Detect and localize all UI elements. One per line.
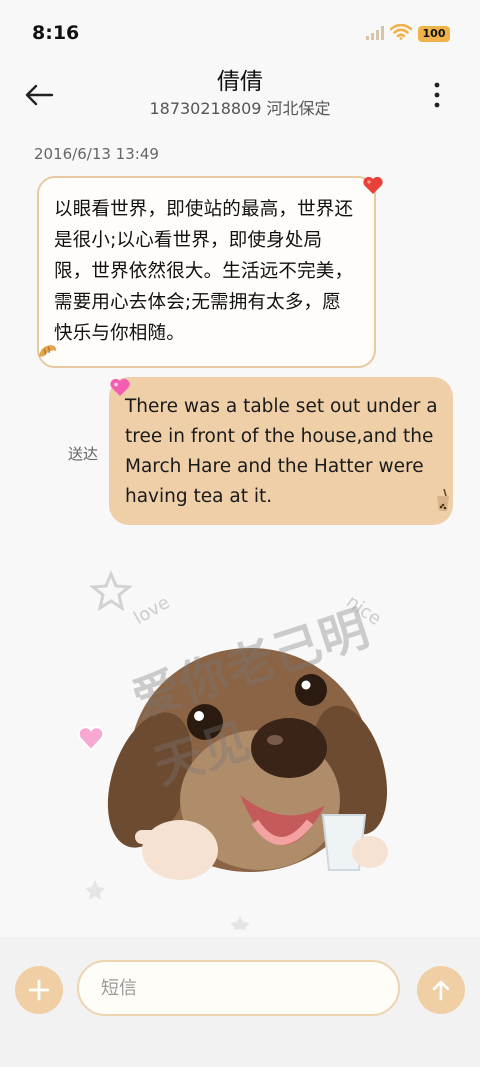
contact-name: 倩倩 xyxy=(217,69,263,95)
contact-number-location: 18730218809 河北保定 xyxy=(149,99,331,118)
status-icons: 100 xyxy=(366,23,450,44)
contact-title: 倩倩 18730218809 河北保定 xyxy=(0,66,480,120)
plus-icon xyxy=(28,979,50,1001)
signal-icon xyxy=(366,25,384,44)
dog-sticker-image[interactable]: love 爱你老己明天见 nice xyxy=(75,560,415,930)
status-bar: 8:16 100 xyxy=(0,0,480,60)
pink-heart-icon xyxy=(109,377,131,407)
incoming-message-text: 以眼看世界，即使站的最高，世界还是很小;以心看世界，即使身处局限，世界依然很大。… xyxy=(54,199,354,344)
arrow-up-icon xyxy=(432,980,450,1001)
add-attachment-button[interactable] xyxy=(15,966,63,1014)
incoming-message-bubble[interactable]: 以眼看世界，即使站的最高，世界还是很小;以心看世界，即使身处局限，世界依然很大。… xyxy=(37,176,383,368)
conversation-header: 倩倩 18730218809 河北保定 xyxy=(0,60,480,130)
outgoing-message-bubble[interactable]: There was a table set out under a tree i… xyxy=(109,377,453,525)
message-timestamp: 2016/6/13 13:49 xyxy=(34,145,159,163)
more-options-button[interactable] xyxy=(430,80,444,110)
more-vertical-icon xyxy=(434,82,440,108)
delivery-status: 送达 xyxy=(68,445,99,463)
bubble-tea-icon xyxy=(435,488,451,523)
red-heart-icon xyxy=(362,174,384,205)
croissant-icon xyxy=(37,341,59,372)
status-time: 8:16 xyxy=(32,22,80,44)
wifi-icon xyxy=(389,23,413,44)
send-button[interactable] xyxy=(417,966,465,1014)
battery-icon: 100 xyxy=(418,26,450,42)
message-input[interactable] xyxy=(77,960,400,1016)
outgoing-message-text: There was a table set out under a tree i… xyxy=(125,396,438,507)
sms-conversation-screen: 8:16 100 倩倩 18730218809 河北保定 2016/6/13 1… xyxy=(0,0,480,1067)
message-composer xyxy=(0,937,480,1067)
